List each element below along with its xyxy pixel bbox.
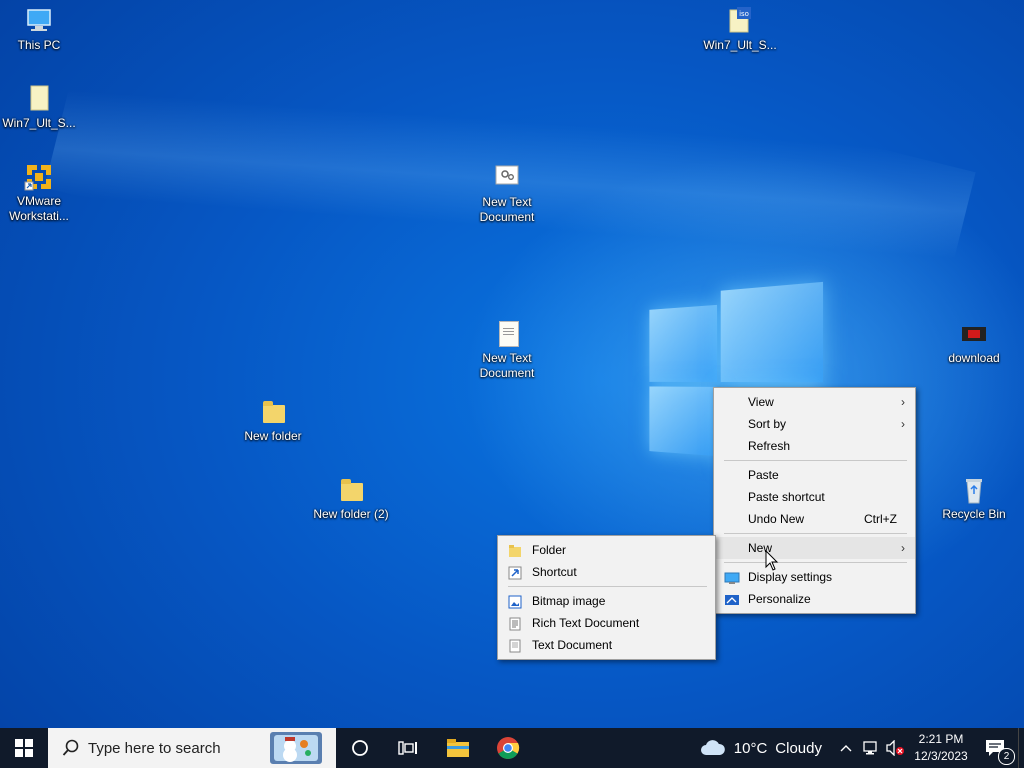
notification-count-badge: 2	[998, 748, 1015, 765]
cloud-icon	[700, 740, 725, 755]
folder-icon	[335, 475, 367, 505]
menu-item-label: Rich Text Document	[532, 616, 640, 630]
folder-icon	[257, 397, 289, 427]
show-hidden-icons-button[interactable]	[836, 728, 856, 768]
recycle-bin-icon	[958, 475, 990, 505]
menu-item-label: View	[748, 395, 774, 409]
submenu-item-text-document[interactable]: Text Document	[498, 634, 715, 656]
task-view-icon	[398, 741, 417, 755]
search-icon	[62, 739, 80, 757]
file-explorer-icon	[447, 739, 469, 757]
menu-item-new[interactable]: New ›	[714, 537, 915, 559]
chevron-up-icon	[840, 745, 852, 752]
media-file-icon	[958, 319, 990, 349]
chrome-button[interactable]	[486, 728, 530, 768]
desktop-icon-this-pc[interactable]: This PC	[1, 6, 77, 53]
search-placeholder: Type here to search	[88, 739, 221, 757]
weather-description: Cloudy	[775, 739, 822, 757]
network-button[interactable]	[860, 728, 882, 768]
start-button[interactable]	[0, 728, 48, 768]
rich-text-icon	[508, 616, 522, 631]
computer-icon	[23, 6, 55, 36]
clock[interactable]: 2:21 PM 12/3/2023	[908, 728, 974, 768]
desktop-icon-win7-iso-left[interactable]: Win7_Ult_S...	[1, 84, 77, 131]
menu-item-undo-new[interactable]: Undo New Ctrl+Z	[714, 508, 915, 530]
action-center-button[interactable]: 2	[978, 728, 1015, 768]
search-highlight-icon	[270, 732, 322, 764]
weather-widget[interactable]: 10°C Cloudy	[700, 728, 822, 768]
menu-item-paste-shortcut[interactable]: Paste shortcut	[714, 486, 915, 508]
desktop-icon-new-text-document-2[interactable]: New Text Document	[469, 319, 545, 381]
submenu-item-folder[interactable]: Folder	[498, 539, 715, 561]
menu-item-label: Folder	[532, 543, 567, 557]
desktop-icon-new-text-document-1[interactable]: New Text Document	[469, 163, 545, 225]
windows-start-icon	[15, 739, 33, 757]
folder-icon	[508, 543, 522, 557]
menu-item-personalize[interactable]: Personalize	[714, 588, 915, 610]
task-view-button[interactable]	[386, 728, 430, 768]
desktop-icon-recycle-bin[interactable]: Recycle Bin	[936, 475, 1012, 522]
menu-item-refresh[interactable]: Refresh	[714, 435, 915, 457]
text-document-icon	[508, 638, 522, 653]
menu-item-label: Undo New	[748, 512, 805, 526]
mouse-cursor-icon	[765, 549, 779, 575]
cortana-button[interactable]	[338, 728, 382, 768]
taskbar: Type here to search 10°C Cloudy 2:21 PM …	[0, 728, 1024, 768]
network-icon	[863, 741, 877, 755]
bitmap-icon	[508, 594, 522, 609]
menu-item-label: Text Document	[532, 638, 613, 652]
desktop-icon-win7-iso[interactable]: iso Win7_Ult_S...	[702, 6, 778, 53]
chevron-right-icon: ›	[901, 417, 905, 431]
taskbar-search-box[interactable]: Type here to search	[48, 728, 336, 768]
cortana-circle-icon	[352, 740, 368, 756]
menu-item-label: Display settings	[748, 570, 833, 584]
shortcut-icon	[508, 565, 522, 580]
new-submenu: Folder Shortcut Bitmap image Rich Text D…	[497, 535, 716, 660]
vmware-icon	[23, 162, 55, 192]
menu-item-label: Refresh	[748, 439, 791, 453]
menu-item-label: Bitmap image	[532, 594, 606, 608]
personalize-icon	[724, 592, 739, 606]
submenu-item-shortcut[interactable]: Shortcut	[498, 561, 715, 583]
menu-separator	[724, 533, 907, 534]
desktop-icon-vmware[interactable]: VMware Workstati...	[1, 162, 77, 224]
settings-file-icon	[491, 163, 523, 193]
menu-item-view[interactable]: View ›	[714, 391, 915, 413]
menu-item-label: Paste	[748, 468, 779, 482]
menu-item-sort-by[interactable]: Sort by ›	[714, 413, 915, 435]
menu-separator	[724, 460, 907, 461]
weather-temperature: 10°C	[733, 739, 768, 757]
desktop-context-menu: View › Sort by › Refresh Paste Paste short…	[713, 387, 916, 614]
menu-separator	[724, 562, 907, 563]
desktop-icon-download[interactable]: download	[936, 319, 1012, 366]
show-desktop-button[interactable]	[1018, 728, 1024, 768]
menu-item-label: Personalize	[748, 592, 811, 606]
menu-item-label: Paste shortcut	[748, 490, 825, 504]
menu-item-label: Shortcut	[532, 565, 577, 579]
volume-muted-icon	[886, 740, 904, 756]
keyboard-shortcut: Ctrl+Z	[864, 512, 897, 526]
file-explorer-button[interactable]	[436, 728, 480, 768]
menu-item-label: Sort by	[748, 417, 787, 431]
desktop-icon-new-folder[interactable]: New folder	[235, 397, 311, 444]
volume-button[interactable]	[884, 728, 906, 768]
menu-separator	[508, 586, 707, 587]
clock-time: 2:21 PM	[918, 732, 964, 746]
svg-text:iso: iso	[739, 10, 749, 18]
text-file-icon	[491, 319, 523, 349]
iso-file-icon: iso	[724, 6, 756, 36]
display-icon	[724, 570, 740, 584]
chevron-right-icon: ›	[901, 395, 905, 409]
clock-date: 12/3/2023	[914, 749, 968, 763]
file-icon	[23, 84, 55, 114]
menu-item-paste[interactable]: Paste	[714, 464, 915, 486]
chevron-right-icon: ›	[901, 541, 905, 555]
submenu-item-rich-text[interactable]: Rich Text Document	[498, 612, 715, 634]
chrome-icon	[497, 737, 520, 759]
submenu-item-bitmap[interactable]: Bitmap image	[498, 590, 715, 612]
menu-item-display-settings[interactable]: Display settings	[714, 566, 915, 588]
desktop-icon-new-folder-2[interactable]: New folder (2)	[313, 475, 389, 522]
